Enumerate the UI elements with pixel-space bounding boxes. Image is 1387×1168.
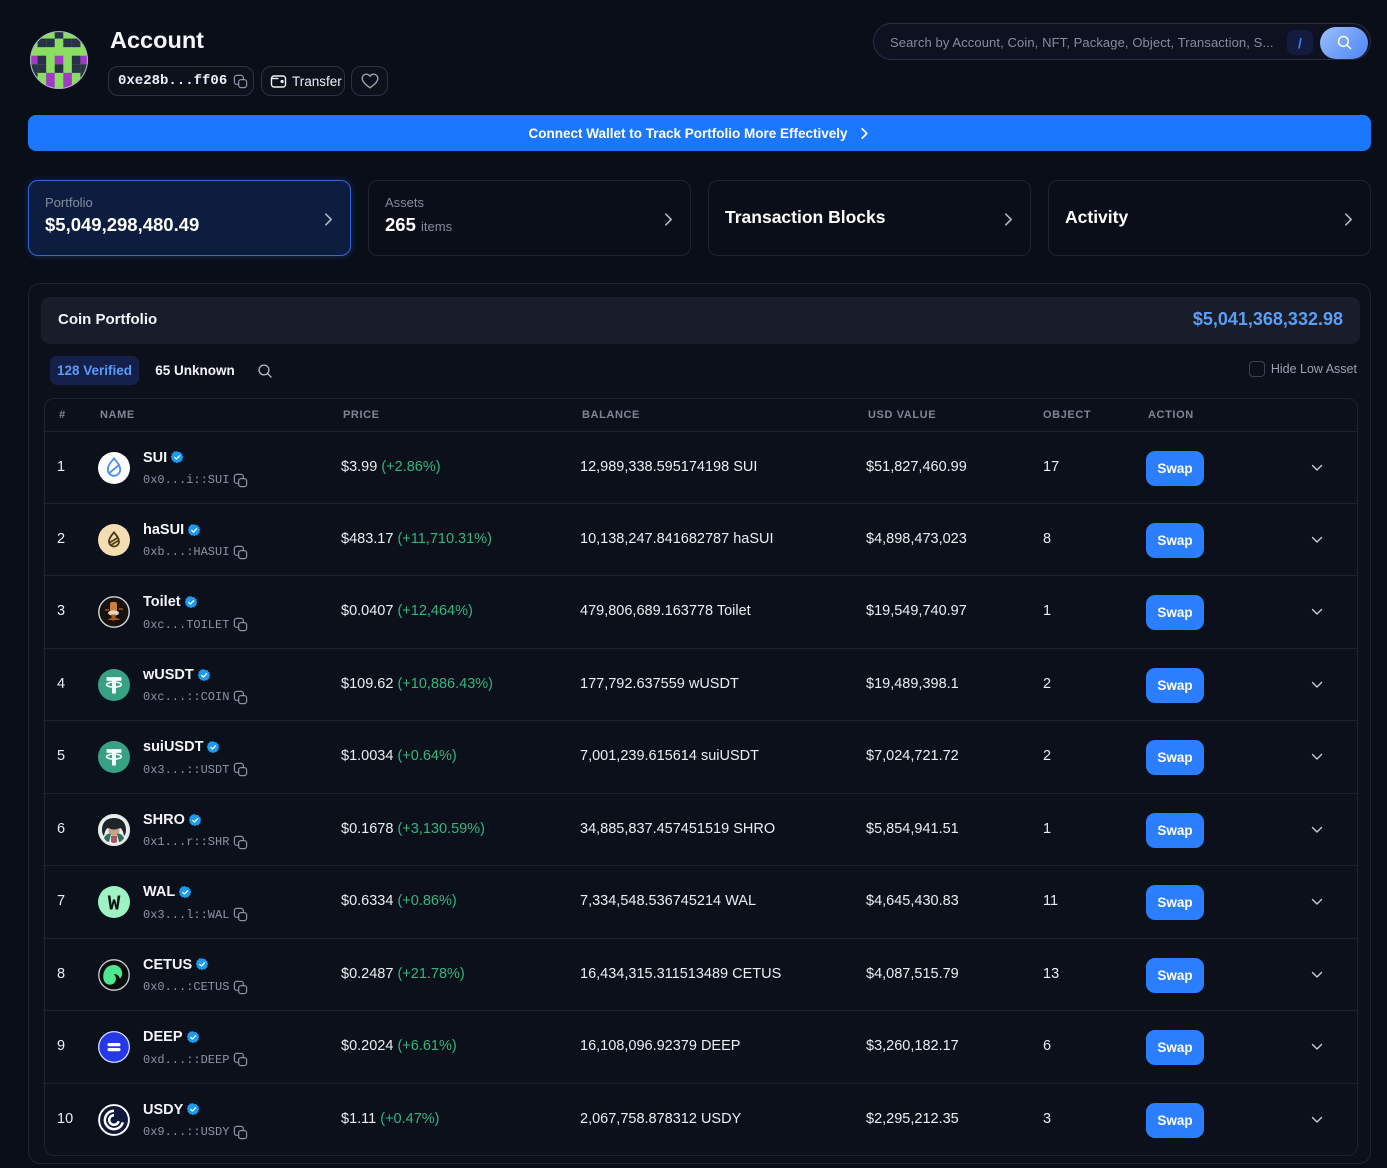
svg-text:W: W: [108, 894, 121, 917]
